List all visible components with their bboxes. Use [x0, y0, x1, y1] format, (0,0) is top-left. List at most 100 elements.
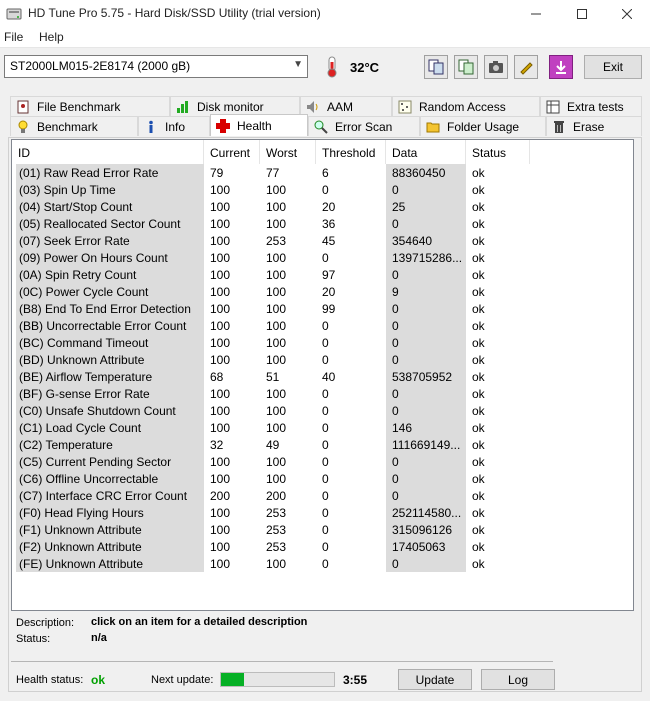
table-row[interactable]: (0C) Power Cycle Count 100 100 20 9 ok	[12, 283, 633, 300]
attribute-threshold: 0	[322, 455, 329, 469]
temperature-readout: 32°C	[350, 60, 380, 75]
table-row[interactable]: (07) Seek Error Rate 100 253 45 354640 ok	[12, 232, 633, 249]
table-row[interactable]: (BC) Command Timeout 100 100 0 0 ok	[12, 334, 633, 351]
attribute-threshold: 0	[322, 489, 329, 503]
attribute-data: 0	[386, 487, 466, 504]
attribute-data: 0	[386, 181, 466, 198]
tab-folder-usage[interactable]: Folder Usage	[420, 116, 546, 136]
attribute-id: (F1) Unknown Attribute	[16, 521, 204, 538]
attribute-worst: 100	[266, 319, 287, 333]
table-row[interactable]: (C7) Interface CRC Error Count 200 200 0 0 ok	[12, 487, 633, 504]
screenshot-button[interactable]	[484, 55, 508, 79]
smart-table[interactable]: ID Current Worst Threshold Data Status (…	[11, 139, 634, 611]
update-button[interactable]: Update	[398, 669, 472, 690]
column-header-id[interactable]: ID	[12, 140, 204, 164]
table-row[interactable]: (BE) Airflow Temperature 68 51 40 538705952 o…	[12, 368, 633, 385]
tab-file-benchmark[interactable]: File Benchmark	[10, 96, 170, 116]
copy-all-icon	[458, 59, 474, 75]
table-row[interactable]: (C6) Offline Uncorrectable 100 100 0 0 ok	[12, 470, 633, 487]
attribute-status: ok	[472, 183, 485, 197]
menu-help[interactable]: Help	[39, 30, 64, 44]
attribute-worst: 253	[266, 523, 287, 537]
maximize-button[interactable]	[559, 0, 605, 27]
attribute-status: ok	[472, 438, 485, 452]
column-header-current[interactable]: Current	[204, 140, 260, 164]
tab-aam[interactable]: AAM	[300, 96, 392, 116]
attribute-current: 100	[210, 251, 231, 265]
window-title: HD Tune Pro 5.75 - Hard Disk/SSD Utility…	[28, 6, 321, 20]
table-row[interactable]: (09) Power On Hours Count 100 100 0 13971528…	[12, 249, 633, 266]
attribute-data: 0	[386, 334, 466, 351]
table-row[interactable]: (B8) End To End Error Detection 100 100 99 0…	[12, 300, 633, 317]
attribute-threshold: 0	[322, 438, 329, 452]
log-button[interactable]: Log	[481, 669, 555, 690]
attribute-current: 200	[210, 489, 231, 503]
table-row[interactable]: (BF) G-sense Error Rate 100 100 0 0 ok	[12, 385, 633, 402]
tab-random-access[interactable]: Random Access	[392, 96, 540, 116]
attribute-threshold: 6	[322, 166, 329, 180]
attribute-id: (C1) Load Cycle Count	[16, 419, 204, 436]
options-button[interactable]	[514, 55, 538, 79]
attribute-threshold: 0	[322, 421, 329, 435]
attribute-current: 100	[210, 234, 231, 248]
tab-extra-tests[interactable]: Extra tests	[540, 96, 642, 116]
column-header-threshold[interactable]: Threshold	[316, 140, 386, 164]
table-row[interactable]: (C1) Load Cycle Count 100 100 0 146 ok	[12, 419, 633, 436]
attribute-id: (C5) Current Pending Sector	[16, 453, 204, 470]
close-button[interactable]	[604, 0, 650, 27]
attribute-data: 139715286...	[386, 249, 466, 266]
attribute-worst: 100	[266, 404, 287, 418]
save-button[interactable]	[549, 55, 573, 79]
attribute-id: (BF) G-sense Error Rate	[16, 385, 204, 402]
attribute-worst: 49	[266, 438, 280, 452]
table-row[interactable]: (F1) Unknown Attribute 100 253 0 315096126 ok	[12, 521, 633, 538]
health-status-label: Health status:	[16, 674, 84, 686]
attribute-threshold: 0	[322, 353, 329, 367]
table-row[interactable]: (C2) Temperature 32 49 0 111669149... ok	[12, 436, 633, 453]
menu-file[interactable]: File	[4, 30, 23, 44]
table-row[interactable]: (05) Reallocated Sector Count 100 100 36 0 ok	[12, 215, 633, 232]
table-row[interactable]: (FE) Unknown Attribute 100 100 0 0 ok	[12, 555, 633, 572]
copy-all-button[interactable]	[454, 55, 478, 79]
table-row[interactable]: (F2) Unknown Attribute 100 253 0 17405063 ok	[12, 538, 633, 555]
tab-benchmark[interactable]: Benchmark	[10, 116, 138, 136]
copy-icon	[428, 59, 444, 75]
table-row[interactable]: (F0) Head Flying Hours 100 253 0 252114580..…	[12, 504, 633, 521]
attribute-threshold: 97	[322, 268, 336, 282]
column-header-status[interactable]: Status	[466, 140, 530, 164]
benchmark-icon	[15, 119, 31, 135]
table-row[interactable]: (01) Raw Read Error Rate 79 77 6 88360450 ok	[12, 164, 633, 181]
table-row[interactable]: (C5) Current Pending Sector 100 100 0 0 ok	[12, 453, 633, 470]
tab-disk-monitor[interactable]: Disk monitor	[170, 96, 300, 116]
attribute-threshold: 20	[322, 200, 336, 214]
drive-select[interactable]: ST2000LM015-2E8174 (2000 gB) ▼	[4, 55, 308, 78]
attribute-current: 100	[210, 200, 231, 214]
table-row[interactable]: (C0) Unsafe Shutdown Count 100 100 0 0 ok	[12, 402, 633, 419]
attribute-worst: 100	[266, 557, 287, 571]
column-header-worst[interactable]: Worst	[260, 140, 316, 164]
tab-health[interactable]: Health	[210, 114, 308, 136]
chevron-down-icon: ▼	[293, 59, 303, 70]
table-row[interactable]: (BB) Uncorrectable Error Count 100 100 0 0 ok	[12, 317, 633, 334]
exit-button[interactable]: Exit	[584, 55, 642, 79]
attribute-current: 100	[210, 523, 231, 537]
minimize-button[interactable]	[513, 0, 559, 27]
column-header-data[interactable]: Data	[386, 140, 466, 164]
copy-text-button[interactable]	[424, 55, 448, 79]
progress-fill	[221, 673, 244, 686]
attribute-id: (C7) Interface CRC Error Count	[16, 487, 204, 504]
tab-erase[interactable]: Erase	[546, 116, 642, 136]
tab-label: Folder Usage	[447, 119, 520, 134]
table-header: ID Current Worst Threshold Data Status	[12, 140, 633, 164]
attribute-worst: 100	[266, 353, 287, 367]
tab-error-scan[interactable]: Error Scan	[308, 116, 420, 136]
attribute-current: 100	[210, 285, 231, 299]
attribute-current: 100	[210, 557, 231, 571]
table-row[interactable]: (0A) Spin Retry Count 100 100 97 0 ok	[12, 266, 633, 283]
table-row[interactable]: (BD) Unknown Attribute 100 100 0 0 ok	[12, 351, 633, 368]
tab-info[interactable]: Info	[138, 116, 210, 136]
attribute-data: 146	[386, 419, 466, 436]
attribute-data: 0	[386, 215, 466, 232]
table-row[interactable]: (04) Start/Stop Count 100 100 20 25 ok	[12, 198, 633, 215]
table-row[interactable]: (03) Spin Up Time 100 100 0 0 ok	[12, 181, 633, 198]
